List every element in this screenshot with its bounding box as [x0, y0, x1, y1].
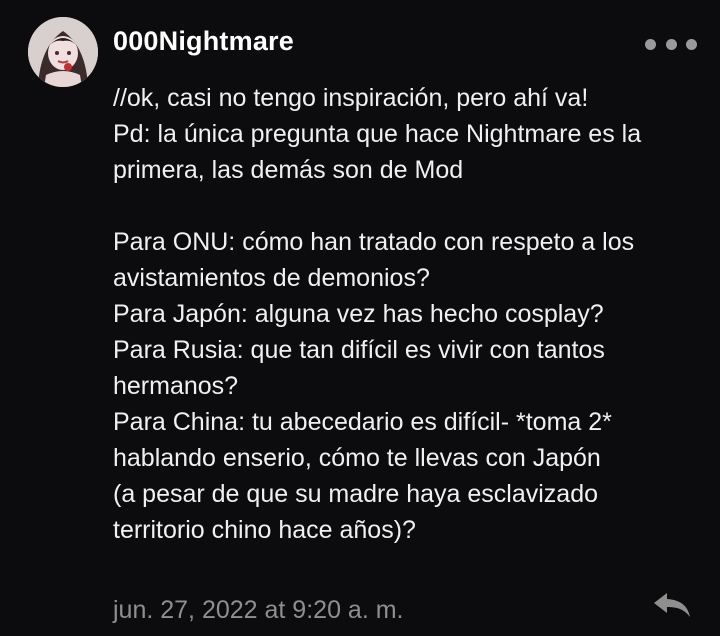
- avatar-image: [28, 17, 98, 87]
- comment-line: [113, 188, 703, 224]
- comment-line: avistamientos de demonios?: [113, 264, 430, 292]
- comment-line: Pd: la única pregunta que hace Nightmare…: [113, 120, 642, 148]
- avatar[interactable]: [28, 17, 98, 87]
- comment-line: Para Japón: alguna vez has hecho cosplay…: [113, 300, 604, 328]
- comment-body: //ok, casi no tengo inspiración, pero ah…: [113, 80, 703, 548]
- timestamp: jun. 27, 2022 at 9:20 a. m.: [113, 596, 404, 624]
- reply-button[interactable]: [650, 590, 694, 620]
- more-horizontal-icon-dot: [686, 38, 697, 50]
- comment-line: //ok, casi no tengo inspiración, pero ah…: [113, 84, 589, 112]
- comment-line: Para ONU: cómo han tratado con respeto a…: [113, 228, 635, 256]
- username[interactable]: 000Nightmare: [113, 26, 294, 57]
- comment: 000Nightmare //ok, casi no tengo inspira…: [0, 0, 720, 636]
- more-horizontal-icon: [645, 38, 656, 50]
- comment-line: hablando enserio, cómo te llevas con Jap…: [113, 444, 601, 472]
- comment-line: Para Rusia: que tan difícil es vivir con…: [113, 336, 605, 364]
- comment-line: Para China: tu abecedario es difícil- *t…: [113, 408, 612, 436]
- reply-arrow-icon: [654, 593, 690, 617]
- more-horizontal-icon-dot: [665, 38, 677, 50]
- comment-line: (a pesar de que su madre haya esclavizad…: [113, 480, 599, 508]
- comment-line: hermanos?: [113, 372, 239, 400]
- more-options-button[interactable]: [645, 32, 697, 56]
- comment-line: primera, las demás son de Mod: [113, 156, 464, 184]
- comment-line: territorio chino hace años)?: [113, 516, 416, 544]
